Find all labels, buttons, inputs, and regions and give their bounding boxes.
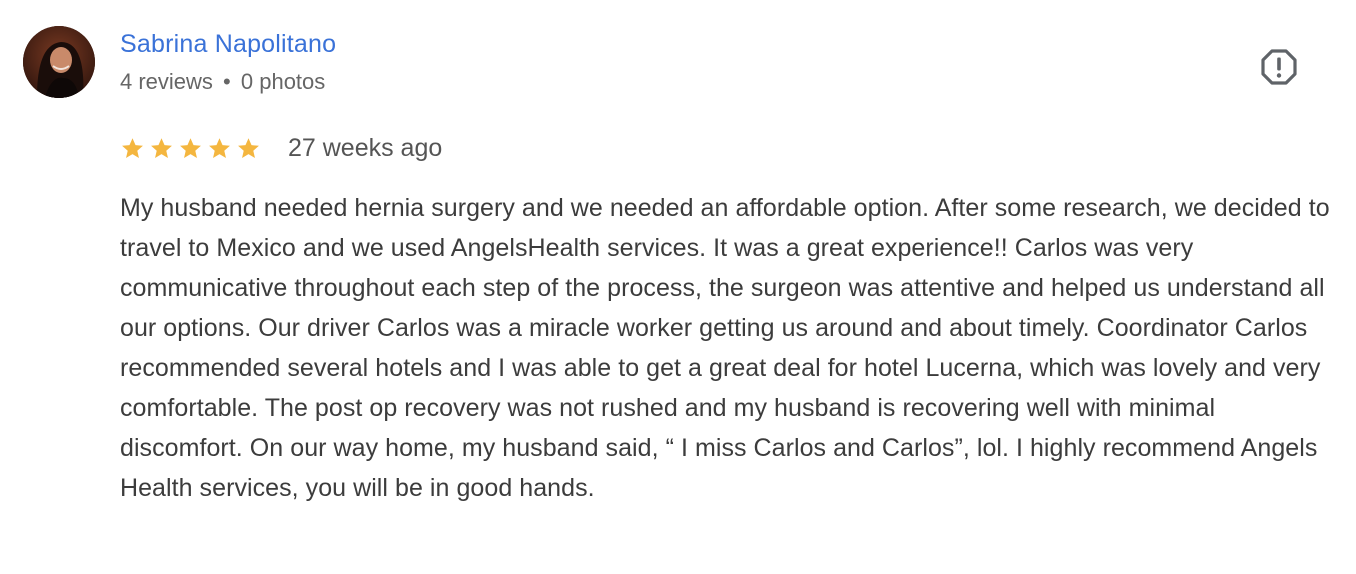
rating-row: 27 weeks ago	[120, 132, 442, 164]
avatar-photo-icon	[23, 26, 95, 98]
reviewer-avatar[interactable]	[23, 26, 95, 98]
review-body-text: My husband needed hernia surgery and we …	[120, 194, 1330, 502]
star-icon	[209, 137, 230, 158]
photos-count[interactable]: 0 photos	[241, 69, 325, 94]
reviewer-meta: 4 reviews • 0 photos	[120, 69, 325, 95]
star-icon	[122, 137, 143, 158]
star-rating	[120, 136, 265, 161]
star-icon	[180, 137, 201, 158]
report-flag-icon	[1261, 49, 1297, 85]
reviews-count[interactable]: 4 reviews	[120, 69, 213, 94]
meta-separator: •	[223, 69, 231, 94]
star-icon	[151, 137, 172, 158]
review-time-ago: 27 weeks ago	[288, 133, 443, 162]
report-review-button[interactable]	[1259, 47, 1299, 87]
star-icon	[238, 137, 259, 158]
reviewer-name-link[interactable]: Sabrina Napolitano	[120, 30, 336, 59]
review-card: Sabrina Napolitano 4 reviews • 0 photos …	[0, 0, 1356, 574]
